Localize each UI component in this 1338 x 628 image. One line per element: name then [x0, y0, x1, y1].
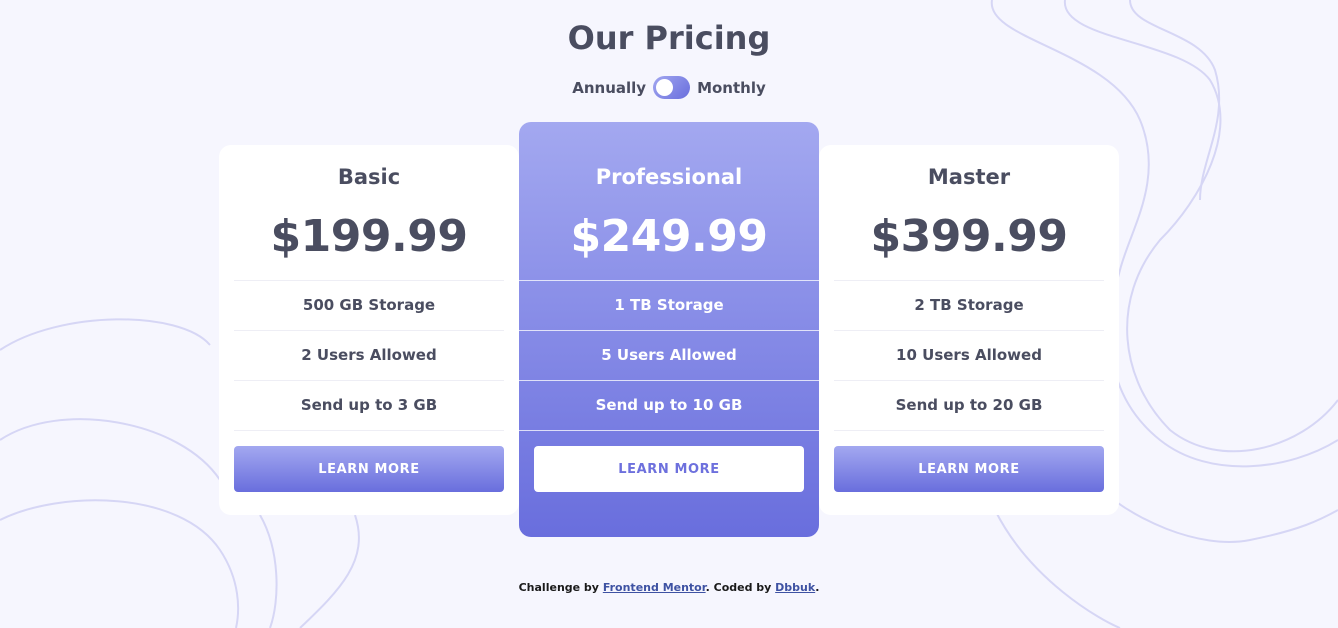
plan-price: $249.99: [570, 211, 768, 262]
frontend-mentor-link[interactable]: Frontend Mentor: [603, 581, 706, 594]
learn-more-button-basic[interactable]: LEARN MORE: [234, 446, 504, 492]
feature-item: 500 GB Storage: [234, 281, 504, 331]
monthly-label: Monthly: [697, 78, 766, 97]
feature-item: 5 Users Allowed: [519, 331, 819, 381]
attribution-footer: Challenge by Frontend Mentor. Coded by D…: [0, 581, 1338, 594]
feature-item: 2 TB Storage: [834, 281, 1104, 331]
footer-suffix: .: [815, 581, 820, 594]
page-title: Our Pricing: [567, 19, 771, 57]
plan-name: Master: [927, 165, 1011, 189]
learn-more-button-professional[interactable]: LEARN MORE: [534, 446, 804, 492]
plan-price: $399.99: [870, 211, 1068, 262]
feature-item: 1 TB Storage: [519, 281, 819, 331]
plan-name: Basic: [337, 165, 401, 189]
billing-toggle-row: Annually Monthly: [0, 76, 1338, 99]
pricing-card-master: Master $399.99 2 TB Storage 10 Users All…: [819, 145, 1119, 515]
feature-list: 2 TB Storage 10 Users Allowed Send up to…: [834, 280, 1104, 431]
feature-item: Send up to 3 GB: [234, 381, 504, 431]
footer-prefix: Challenge by: [518, 581, 603, 594]
feature-item: Send up to 20 GB: [834, 381, 1104, 431]
feature-item: Send up to 10 GB: [519, 381, 819, 431]
feature-item: 2 Users Allowed: [234, 331, 504, 381]
pricing-card-basic: Basic $199.99 500 GB Storage 2 Users All…: [219, 145, 519, 515]
pricing-card-professional: Professional $249.99 1 TB Storage 5 User…: [519, 122, 819, 537]
plan-price: $199.99: [270, 211, 468, 262]
author-link[interactable]: Dbbuk: [775, 581, 815, 594]
plan-name: Professional: [595, 165, 743, 189]
annually-label: Annually: [572, 78, 647, 97]
billing-toggle[interactable]: [653, 76, 691, 99]
learn-more-button-master[interactable]: LEARN MORE: [834, 446, 1104, 492]
feature-list: 500 GB Storage 2 Users Allowed Send up t…: [234, 280, 504, 431]
toggle-knob[interactable]: [656, 79, 674, 96]
feature-list: 1 TB Storage 5 Users Allowed Send up to …: [519, 280, 819, 431]
feature-item: 10 Users Allowed: [834, 331, 1104, 381]
footer-middle: . Coded by: [705, 581, 776, 594]
